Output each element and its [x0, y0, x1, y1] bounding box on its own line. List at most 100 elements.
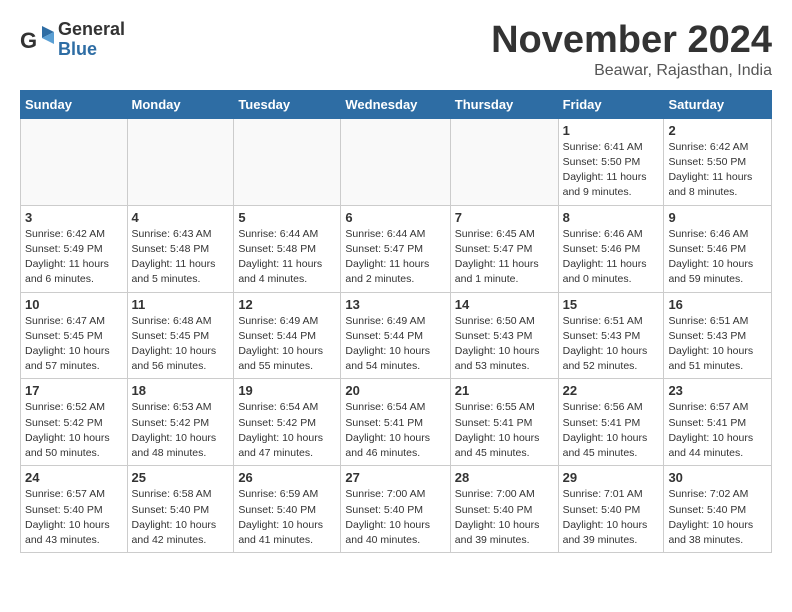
day-number: 24: [25, 470, 123, 485]
calendar-cell-1-3: 6 Sunrise: 6:44 AM Sunset: 5:47 PM Dayli…: [341, 205, 450, 292]
header-sunday: Sunday: [21, 90, 128, 118]
daylight-label: Daylight: 10 hours and 54 minutes.: [345, 345, 430, 372]
day-number: 3: [25, 210, 123, 225]
day-number: 30: [668, 470, 767, 485]
daylight-label: Daylight: 11 hours and 8 minutes.: [668, 171, 752, 198]
calendar-cell-4-4: 28 Sunrise: 7:00 AM Sunset: 5:40 PM Dayl…: [450, 466, 558, 553]
day-number: 17: [25, 383, 123, 398]
sunrise-label: Sunrise: 6:42 AM: [25, 228, 105, 240]
calendar-cell-0-6: 2 Sunrise: 6:42 AM Sunset: 5:50 PM Dayli…: [664, 118, 772, 205]
day-number: 8: [563, 210, 660, 225]
sunrise-label: Sunrise: 6:55 AM: [455, 401, 535, 413]
calendar-cell-4-1: 25 Sunrise: 6:58 AM Sunset: 5:40 PM Dayl…: [127, 466, 234, 553]
header-tuesday: Tuesday: [234, 90, 341, 118]
day-number: 18: [132, 383, 230, 398]
calendar-cell-1-0: 3 Sunrise: 6:42 AM Sunset: 5:49 PM Dayli…: [21, 205, 128, 292]
calendar-cell-4-3: 27 Sunrise: 7:00 AM Sunset: 5:40 PM Dayl…: [341, 466, 450, 553]
calendar-cell-1-2: 5 Sunrise: 6:44 AM Sunset: 5:48 PM Dayli…: [234, 205, 341, 292]
daylight-label: Daylight: 10 hours and 48 minutes.: [132, 432, 217, 459]
sunrise-label: Sunrise: 6:44 AM: [345, 228, 425, 240]
sunrise-label: Sunrise: 6:58 AM: [132, 488, 212, 500]
daylight-label: Daylight: 11 hours and 9 minutes.: [563, 171, 647, 198]
sunrise-label: Sunrise: 6:51 AM: [563, 315, 643, 327]
daylight-label: Daylight: 10 hours and 40 minutes.: [345, 519, 430, 546]
daylight-label: Daylight: 10 hours and 45 minutes.: [455, 432, 540, 459]
calendar-cell-2-5: 15 Sunrise: 6:51 AM Sunset: 5:43 PM Dayl…: [558, 292, 664, 379]
sunset-label: Sunset: 5:40 PM: [455, 504, 533, 516]
calendar-week-2: 3 Sunrise: 6:42 AM Sunset: 5:49 PM Dayli…: [21, 205, 772, 292]
logo-text: General Blue: [58, 20, 125, 60]
sunset-label: Sunset: 5:50 PM: [668, 156, 746, 168]
calendar-cell-0-3: [341, 118, 450, 205]
day-number: 28: [455, 470, 554, 485]
sunrise-label: Sunrise: 6:44 AM: [238, 228, 318, 240]
sunrise-label: Sunrise: 6:46 AM: [563, 228, 643, 240]
daylight-label: Daylight: 10 hours and 43 minutes.: [25, 519, 110, 546]
logo-icon: G: [20, 22, 56, 58]
header-wednesday: Wednesday: [341, 90, 450, 118]
sunset-label: Sunset: 5:42 PM: [132, 417, 210, 429]
calendar-cell-3-4: 21 Sunrise: 6:55 AM Sunset: 5:41 PM Dayl…: [450, 379, 558, 466]
daylight-label: Daylight: 11 hours and 4 minutes.: [238, 258, 322, 285]
sunset-label: Sunset: 5:48 PM: [132, 243, 210, 255]
daylight-label: Daylight: 10 hours and 38 minutes.: [668, 519, 753, 546]
sunset-label: Sunset: 5:40 PM: [668, 504, 746, 516]
sunrise-label: Sunrise: 7:00 AM: [345, 488, 425, 500]
calendar-cell-0-4: [450, 118, 558, 205]
day-number: 6: [345, 210, 445, 225]
day-number: 2: [668, 123, 767, 138]
sunset-label: Sunset: 5:46 PM: [563, 243, 641, 255]
day-number: 16: [668, 297, 767, 312]
sunrise-label: Sunrise: 6:47 AM: [25, 315, 105, 327]
day-number: 21: [455, 383, 554, 398]
sunrise-label: Sunrise: 6:48 AM: [132, 315, 212, 327]
header-friday: Friday: [558, 90, 664, 118]
sunset-label: Sunset: 5:40 PM: [25, 504, 103, 516]
daylight-label: Daylight: 10 hours and 44 minutes.: [668, 432, 753, 459]
calendar-cell-0-1: [127, 118, 234, 205]
calendar-cell-0-2: [234, 118, 341, 205]
sunset-label: Sunset: 5:41 PM: [455, 417, 533, 429]
sunset-label: Sunset: 5:40 PM: [132, 504, 210, 516]
daylight-label: Daylight: 11 hours and 6 minutes.: [25, 258, 109, 285]
sunrise-label: Sunrise: 6:54 AM: [238, 401, 318, 413]
day-number: 13: [345, 297, 445, 312]
sunset-label: Sunset: 5:42 PM: [238, 417, 316, 429]
daylight-label: Daylight: 10 hours and 56 minutes.: [132, 345, 217, 372]
calendar-cell-3-0: 17 Sunrise: 6:52 AM Sunset: 5:42 PM Dayl…: [21, 379, 128, 466]
sunset-label: Sunset: 5:45 PM: [25, 330, 103, 342]
sunrise-label: Sunrise: 6:49 AM: [345, 315, 425, 327]
daylight-label: Daylight: 10 hours and 51 minutes.: [668, 345, 753, 372]
sunset-label: Sunset: 5:43 PM: [455, 330, 533, 342]
sunset-label: Sunset: 5:45 PM: [132, 330, 210, 342]
day-number: 12: [238, 297, 336, 312]
calendar-week-4: 17 Sunrise: 6:52 AM Sunset: 5:42 PM Dayl…: [21, 379, 772, 466]
header-thursday: Thursday: [450, 90, 558, 118]
sunrise-label: Sunrise: 6:54 AM: [345, 401, 425, 413]
sunrise-label: Sunrise: 6:49 AM: [238, 315, 318, 327]
daylight-label: Daylight: 10 hours and 42 minutes.: [132, 519, 217, 546]
calendar-cell-2-0: 10 Sunrise: 6:47 AM Sunset: 5:45 PM Dayl…: [21, 292, 128, 379]
calendar-cell-0-5: 1 Sunrise: 6:41 AM Sunset: 5:50 PM Dayli…: [558, 118, 664, 205]
sunset-label: Sunset: 5:49 PM: [25, 243, 103, 255]
svg-text:G: G: [20, 28, 37, 53]
calendar-week-3: 10 Sunrise: 6:47 AM Sunset: 5:45 PM Dayl…: [21, 292, 772, 379]
day-number: 14: [455, 297, 554, 312]
day-number: 9: [668, 210, 767, 225]
daylight-label: Daylight: 10 hours and 45 minutes.: [563, 432, 648, 459]
calendar-cell-1-1: 4 Sunrise: 6:43 AM Sunset: 5:48 PM Dayli…: [127, 205, 234, 292]
sunrise-label: Sunrise: 6:42 AM: [668, 141, 748, 153]
calendar-table: Sunday Monday Tuesday Wednesday Thursday…: [20, 90, 772, 553]
sunrise-label: Sunrise: 6:57 AM: [25, 488, 105, 500]
header-saturday: Saturday: [664, 90, 772, 118]
sunset-label: Sunset: 5:41 PM: [563, 417, 641, 429]
calendar-week-5: 24 Sunrise: 6:57 AM Sunset: 5:40 PM Dayl…: [21, 466, 772, 553]
sunset-label: Sunset: 5:40 PM: [238, 504, 316, 516]
daylight-label: Daylight: 10 hours and 52 minutes.: [563, 345, 648, 372]
sunset-label: Sunset: 5:44 PM: [345, 330, 423, 342]
daylight-label: Daylight: 10 hours and 47 minutes.: [238, 432, 323, 459]
daylight-label: Daylight: 10 hours and 59 minutes.: [668, 258, 753, 285]
daylight-label: Daylight: 10 hours and 39 minutes.: [563, 519, 648, 546]
day-number: 27: [345, 470, 445, 485]
calendar-cell-3-3: 20 Sunrise: 6:54 AM Sunset: 5:41 PM Dayl…: [341, 379, 450, 466]
